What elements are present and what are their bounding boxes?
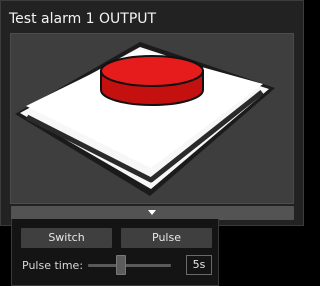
output-panel: Test alarm 1 OUTPUT [0,0,304,226]
pulse-time-slider-track[interactable] [88,264,171,267]
push-button-icon [15,42,275,196]
chevron-down-icon [148,210,156,215]
pulse-time-value[interactable]: 5s [186,255,212,275]
pulse-time-label: Pulse time: [22,259,84,272]
pulse-time-slider-thumb[interactable] [116,255,126,275]
red-button-top [100,55,204,87]
switch-button[interactable]: Switch [21,228,112,248]
panel-title: Test alarm 1 OUTPUT [9,11,157,27]
output-preview[interactable] [10,33,294,204]
controls-panel: Switch Pulse Pulse time: 5s [11,219,219,286]
expand-toggle[interactable] [11,206,294,220]
pulse-button[interactable]: Pulse [121,228,212,248]
